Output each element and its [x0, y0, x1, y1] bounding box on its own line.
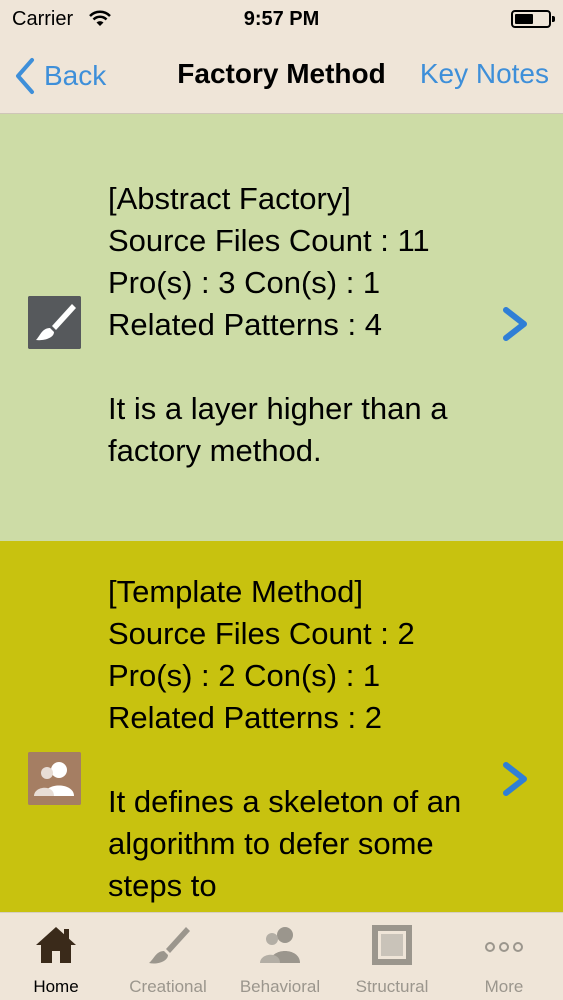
users-icon [260, 927, 300, 963]
chevron-right-icon[interactable] [500, 761, 530, 797]
tab-label: Home [33, 977, 79, 996]
paintbrush-icon [28, 296, 81, 349]
chevron-right-icon[interactable] [500, 306, 530, 342]
frame-icon [372, 925, 412, 965]
tab-behavioral[interactable]: Behavioral [224, 913, 336, 1000]
pros-cons: Pro(s) : 2 Con(s) : 1 [108, 658, 381, 693]
tab-home[interactable]: Home [0, 913, 112, 1000]
pattern-name: [Abstract Factory] [108, 181, 351, 216]
related-patterns: Related Patterns : 4 [108, 307, 382, 342]
pattern-list: [Abstract Factory] Source Files Count : … [0, 114, 563, 912]
chevron-left-icon [16, 58, 34, 94]
source-files-count: Source Files Count : 11 [108, 223, 430, 258]
key-notes-button[interactable]: Key Notes [420, 58, 549, 90]
source-files-count: Source Files Count : 2 [108, 616, 415, 651]
navigation-bar: Back Factory Method Key Notes [0, 40, 563, 114]
tab-label: Behavioral [239, 977, 321, 996]
back-button[interactable]: Back [12, 56, 106, 96]
tab-creational[interactable]: Creational [112, 913, 224, 1000]
pattern-name: [Template Method] [108, 574, 364, 609]
pattern-description: It defines a skeleton of an algorithm to… [108, 784, 462, 903]
tab-structural[interactable]: Structural [336, 913, 448, 1000]
users-icon [28, 752, 81, 805]
status-bar: Carrier 9:57 PM [0, 0, 563, 40]
list-item[interactable]: [Abstract Factory] Source Files Count : … [0, 114, 563, 541]
list-item[interactable]: [Template Method] Source Files Count : 2… [0, 541, 563, 912]
row-text: [Abstract Factory] Source Files Count : … [108, 178, 508, 472]
related-patterns: Related Patterns : 2 [108, 700, 382, 735]
paintbrush-icon [149, 927, 190, 964]
home-icon [36, 927, 76, 963]
pros-cons: Pro(s) : 3 Con(s) : 1 [108, 265, 381, 300]
clock: 9:57 PM [243, 8, 320, 30]
tab-label: Creational [129, 977, 207, 996]
tab-bar: Home Creational Behavioral Structural Mo… [0, 912, 563, 1000]
tab-more[interactable]: More [448, 913, 560, 1000]
tab-label: Structural [355, 977, 429, 996]
battery-icon [511, 10, 555, 28]
row-text: [Template Method] Source Files Count : 2… [108, 571, 508, 907]
back-label: Back [44, 60, 107, 91]
pattern-description: It is a layer higher than a factory meth… [108, 391, 448, 468]
tab-label: More [484, 977, 524, 996]
more-dots-icon [485, 942, 523, 952]
battery-level [515, 14, 533, 24]
